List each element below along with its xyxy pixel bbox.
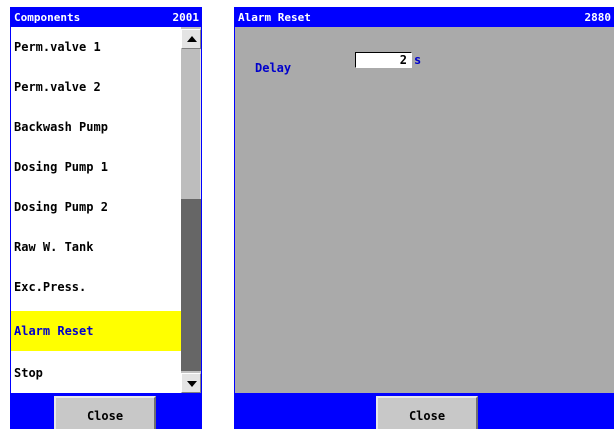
components-panel: Components 2001 Perm.valve 1 Perm.valve … — [10, 7, 202, 429]
alarm-reset-screen-id: 2880 — [584, 11, 612, 24]
alarm-reset-panel: Alarm Reset 2880 Delay 2 s Close — [234, 7, 614, 429]
triangle-up-icon — [187, 36, 197, 42]
list-item-exc-press[interactable]: Exc.Press. — [11, 267, 181, 307]
alarm-reset-close-button[interactable]: Close — [376, 396, 478, 429]
list-item-perm-valve-1[interactable]: Perm.valve 1 — [11, 27, 181, 67]
components-title-bar: Components 2001 — [10, 7, 202, 27]
list-item-dosing-pump-1[interactable]: Dosing Pump 1 — [11, 147, 181, 187]
scroll-thumb[interactable] — [181, 49, 201, 199]
list-item-backwash-pump[interactable]: Backwash Pump — [11, 107, 181, 147]
list-item-raw-w-tank[interactable]: Raw W. Tank — [11, 227, 181, 267]
scroll-down-button[interactable] — [181, 373, 201, 393]
delay-unit: s — [414, 53, 422, 67]
components-title: Components — [14, 11, 81, 24]
scroll-track[interactable] — [181, 199, 201, 371]
components-close-button[interactable]: Close — [54, 396, 156, 429]
alarm-reset-title-bar: Alarm Reset 2880 — [234, 7, 614, 27]
list-scrollbar[interactable] — [181, 27, 201, 393]
alarm-reset-content: Delay 2 s — [235, 27, 614, 393]
components-list: Perm.valve 1 Perm.valve 2 Backwash Pump … — [11, 27, 181, 393]
scroll-up-button[interactable] — [181, 29, 201, 49]
list-item-alarm-reset[interactable]: Alarm Reset — [11, 311, 181, 351]
delay-label: Delay — [255, 61, 292, 75]
delay-input[interactable]: 2 — [355, 52, 412, 68]
components-screen-id: 2001 — [172, 11, 200, 24]
alarm-reset-title: Alarm Reset — [238, 11, 311, 24]
list-item-perm-valve-2[interactable]: Perm.valve 2 — [11, 67, 181, 107]
list-item-stop[interactable]: Stop — [11, 353, 181, 393]
triangle-down-icon — [187, 381, 197, 387]
list-item-dosing-pump-2[interactable]: Dosing Pump 2 — [11, 187, 181, 227]
